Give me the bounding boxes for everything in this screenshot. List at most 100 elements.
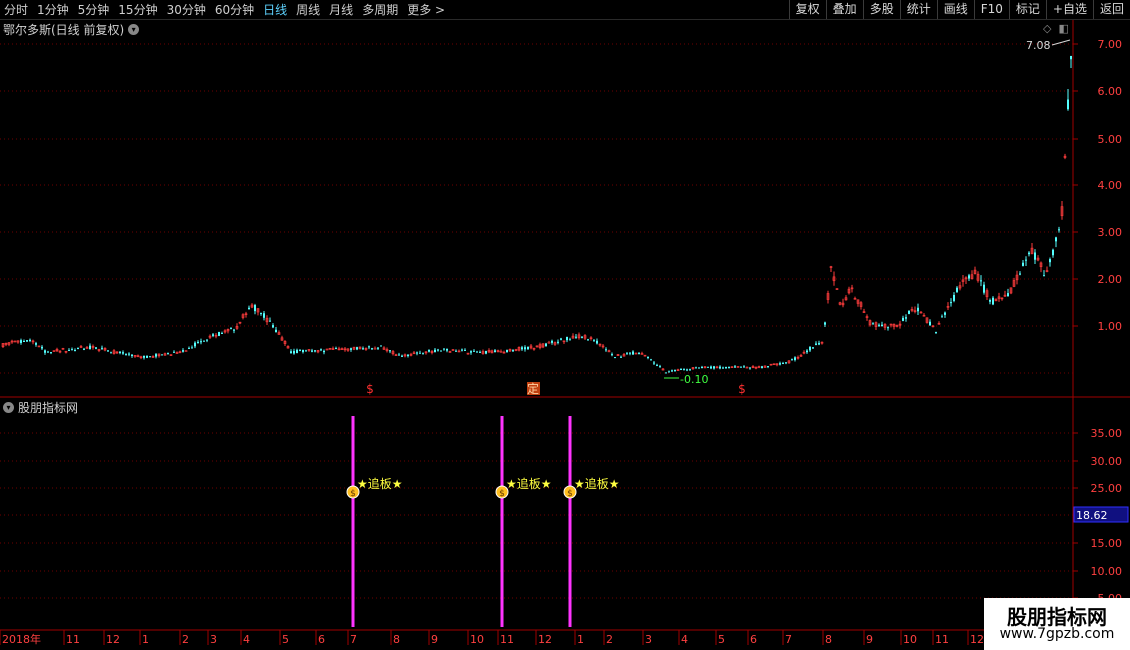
candle-body	[479, 351, 481, 353]
candle-body	[275, 329, 277, 333]
candle-body	[128, 353, 130, 355]
candle-body	[218, 332, 220, 336]
candle-body	[818, 343, 820, 345]
candle-body	[323, 350, 325, 353]
candle-body	[656, 364, 658, 366]
watermark-line2: www.7gpzb.com	[999, 626, 1115, 642]
candle-body	[785, 362, 787, 364]
candle-body	[794, 357, 796, 361]
candle-body	[146, 355, 148, 358]
candle-body	[512, 350, 514, 352]
candle-body	[728, 366, 730, 368]
candle-body	[935, 331, 937, 333]
candle-body	[881, 324, 883, 327]
candle-body	[917, 307, 919, 312]
price-tick-label: 3.00	[1098, 226, 1123, 239]
candle-body	[233, 329, 235, 331]
candle-body	[35, 343, 37, 345]
chevron-down-icon[interactable]: ▾	[128, 24, 140, 35]
candle-body	[446, 348, 448, 351]
candle-body	[20, 340, 22, 343]
candle-body	[983, 284, 985, 293]
candle-body	[263, 313, 265, 318]
price-tick-label: 7.00	[1098, 38, 1123, 51]
candle-body	[368, 346, 370, 348]
candle-body	[89, 345, 91, 350]
candle-body	[1049, 259, 1051, 263]
candle-body	[26, 340, 28, 342]
candle-body	[464, 349, 466, 351]
candle-body	[674, 370, 676, 372]
candle-body	[373, 347, 377, 350]
candle-body	[173, 351, 175, 353]
candle-body	[41, 346, 43, 349]
candle-body	[50, 352, 52, 354]
candle-body	[494, 350, 496, 353]
candle-body	[314, 350, 316, 352]
time-axis-label: 6	[750, 633, 757, 646]
candle-body	[155, 354, 157, 357]
indicator-title-text: 股朋指标网	[18, 401, 79, 415]
diamond-icon[interactable]: ◇	[1043, 22, 1051, 35]
candle-body	[380, 345, 382, 347]
candle-body	[632, 351, 634, 355]
candle-body	[350, 348, 352, 350]
chart-marker: $	[366, 382, 374, 396]
candle-body	[710, 366, 712, 369]
candle-body	[734, 366, 736, 368]
candle-body	[296, 349, 298, 354]
candle-body	[626, 352, 628, 354]
candle-body	[569, 339, 571, 341]
candle-body	[77, 347, 79, 350]
chart-title: 鄂尔多斯(日线 前复权) ▾	[3, 21, 140, 38]
candle-body	[812, 347, 814, 349]
panel-toggle-icon[interactable]: ◧	[1058, 22, 1068, 35]
stock-chart: 7.00 6.00 5.00 4.00 3.00 2.00 1.00 7.08 -0.10 $ 定 $…	[0, 20, 1130, 650]
candle-body	[194, 342, 196, 347]
candle-body	[230, 328, 232, 330]
time-axis-label: 4	[681, 633, 688, 646]
candle-body	[575, 336, 577, 338]
candle-body	[455, 350, 457, 352]
candle-body	[524, 347, 526, 350]
candle-body	[680, 369, 682, 371]
candle-body	[461, 349, 463, 351]
candle-body	[725, 367, 727, 369]
candle-body	[68, 349, 70, 351]
time-axis-label: 11	[500, 633, 514, 646]
candle-body	[107, 350, 109, 352]
candle-body	[989, 300, 991, 302]
candle-body	[23, 340, 25, 342]
price-tick-label: 5.00	[1098, 133, 1123, 146]
candle-body	[809, 347, 811, 351]
candle-body	[254, 305, 256, 312]
candle-body	[71, 349, 73, 351]
candle-body	[671, 370, 673, 372]
candle-body	[119, 351, 121, 353]
candle-body	[419, 352, 421, 354]
candle-body	[1055, 237, 1057, 242]
dollar-glyph: $	[567, 489, 573, 499]
candle-body	[551, 340, 553, 343]
candle-body	[653, 362, 655, 364]
candle-body	[401, 355, 403, 357]
candle-body	[547, 341, 551, 344]
chevron-down-icon[interactable]: ▾	[3, 402, 14, 413]
candle-body	[101, 347, 103, 349]
candle-body	[713, 366, 715, 369]
candle-body	[683, 368, 685, 370]
candle-body	[506, 349, 508, 353]
candle-body	[437, 349, 439, 351]
candle-body	[416, 352, 418, 354]
price-tick-label: 4.00	[1098, 179, 1123, 192]
candle-body	[161, 354, 163, 356]
candle-body	[1019, 273, 1021, 275]
signal-label: ★追板★	[574, 476, 620, 491]
candle-body	[779, 363, 781, 365]
indicator-title: ▾ 股朋指标网	[3, 399, 78, 416]
price-tick-label: 1.00	[1098, 320, 1123, 333]
candle-body	[212, 334, 214, 336]
time-axis-label: 7	[350, 633, 357, 646]
candle-body	[191, 347, 193, 349]
dollar-glyph: $	[499, 489, 505, 499]
